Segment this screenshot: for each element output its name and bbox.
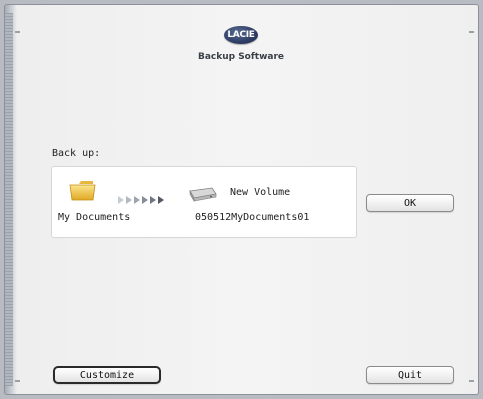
window-corner-tick [469, 380, 474, 382]
backup-label: Back up: [52, 148, 101, 159]
folder-icon [69, 178, 97, 202]
destination-volume: New Volume [230, 187, 291, 198]
customize-button[interactable]: Customize [53, 366, 161, 384]
destination-folder: 050512MyDocuments01 [195, 212, 310, 223]
window-corner-tick [15, 380, 20, 382]
lacie-logo: LACIE [224, 26, 258, 44]
app-title: Backup Software [197, 52, 285, 62]
transfer-arrows-icon [118, 190, 170, 204]
drive-icon [187, 185, 217, 203]
source-name: My Documents [58, 212, 131, 223]
window-corner-tick [15, 31, 20, 33]
window-edge-left [5, 13, 13, 386]
ok-button[interactable]: OK [366, 194, 454, 212]
logo-text: LACIE [227, 30, 255, 40]
window-corner-tick [469, 31, 474, 33]
quit-button[interactable]: Quit [366, 366, 454, 384]
